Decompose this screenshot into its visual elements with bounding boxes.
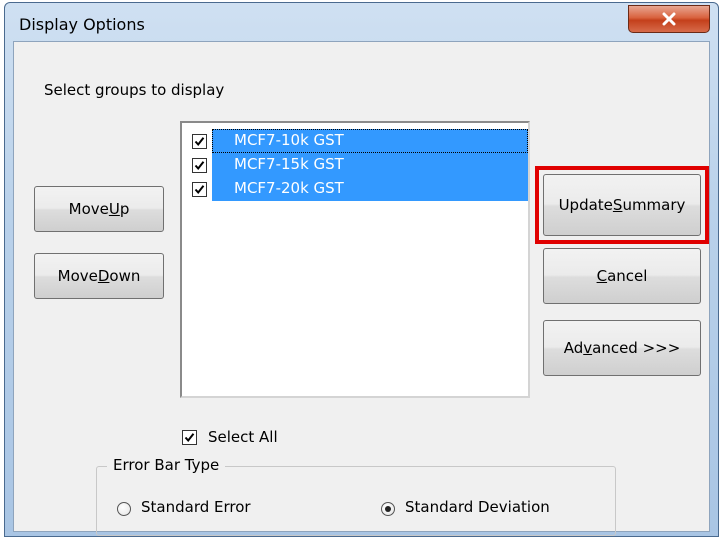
move-down-accelerator: D: [97, 267, 110, 285]
select-all-label[interactable]: Select All: [208, 428, 278, 446]
standard-error-label[interactable]: Standard Error: [141, 498, 251, 516]
list-item[interactable]: MCF7-15k GST: [186, 153, 528, 177]
update-summary-accelerator: S: [612, 196, 623, 214]
standard-error-radio[interactable]: [117, 502, 131, 516]
title-bar[interactable]: Display Options: [5, 3, 718, 41]
advanced-button[interactable]: Ad v anced >>>: [543, 320, 701, 376]
group-label: MCF7-15k GST: [234, 155, 344, 173]
dialog-client-area: Select groups to display Move Up Move Do…: [13, 41, 710, 536]
radio-selected-dot: [385, 506, 391, 512]
group-label: MCF7-10k GST: [234, 131, 344, 149]
update-summary-button[interactable]: Update Summary: [543, 174, 701, 236]
cancel-label-post: ancel: [607, 267, 648, 285]
update-summary-label-post: ummary: [622, 196, 686, 214]
checkmark-icon: [184, 433, 195, 443]
group-checkbox[interactable]: [192, 158, 207, 173]
cancel-accelerator: C: [596, 267, 608, 285]
advanced-label-pre: Ad: [563, 339, 584, 357]
group-checkbox[interactable]: [192, 134, 207, 149]
move-down-button[interactable]: Move Down: [34, 253, 164, 299]
move-down-label-pre: Move: [57, 267, 98, 285]
move-up-label-pre: Move: [68, 200, 109, 218]
select-groups-label: Select groups to display: [44, 81, 225, 99]
standard-deviation-radio[interactable]: [381, 502, 395, 516]
error-bar-type-group: Error Bar Type Standard Error Standard D…: [96, 456, 616, 536]
group-label: MCF7-20k GST: [234, 179, 344, 197]
window-title: Display Options: [19, 15, 145, 34]
checkmark-icon: [194, 137, 205, 147]
error-bar-type-legend: Error Bar Type: [107, 456, 226, 474]
close-button[interactable]: [628, 5, 710, 33]
cancel-button[interactable]: Cancel: [543, 248, 701, 304]
move-up-accelerator: U: [108, 200, 120, 218]
move-down-label-post: own: [109, 267, 141, 285]
group-checkbox[interactable]: [192, 182, 207, 197]
select-all-checkbox[interactable]: [182, 430, 197, 445]
advanced-accelerator: v: [583, 339, 593, 357]
checkmark-icon: [194, 161, 205, 171]
groups-listbox[interactable]: MCF7-10k GST MCF7-15k GST MCF7-20k GST: [180, 121, 530, 398]
list-item[interactable]: MCF7-20k GST: [186, 177, 528, 201]
dialog-window: Display Options Select groups to display…: [4, 2, 719, 537]
checkmark-icon: [194, 185, 205, 195]
update-summary-label-pre: Update: [558, 196, 613, 214]
advanced-label-post: anced >>>: [592, 339, 681, 357]
move-up-label-post: p: [119, 200, 130, 218]
standard-deviation-label[interactable]: Standard Deviation: [405, 498, 550, 516]
close-icon: [662, 12, 676, 26]
list-item[interactable]: MCF7-10k GST: [186, 129, 528, 153]
move-up-button[interactable]: Move Up: [34, 186, 164, 232]
